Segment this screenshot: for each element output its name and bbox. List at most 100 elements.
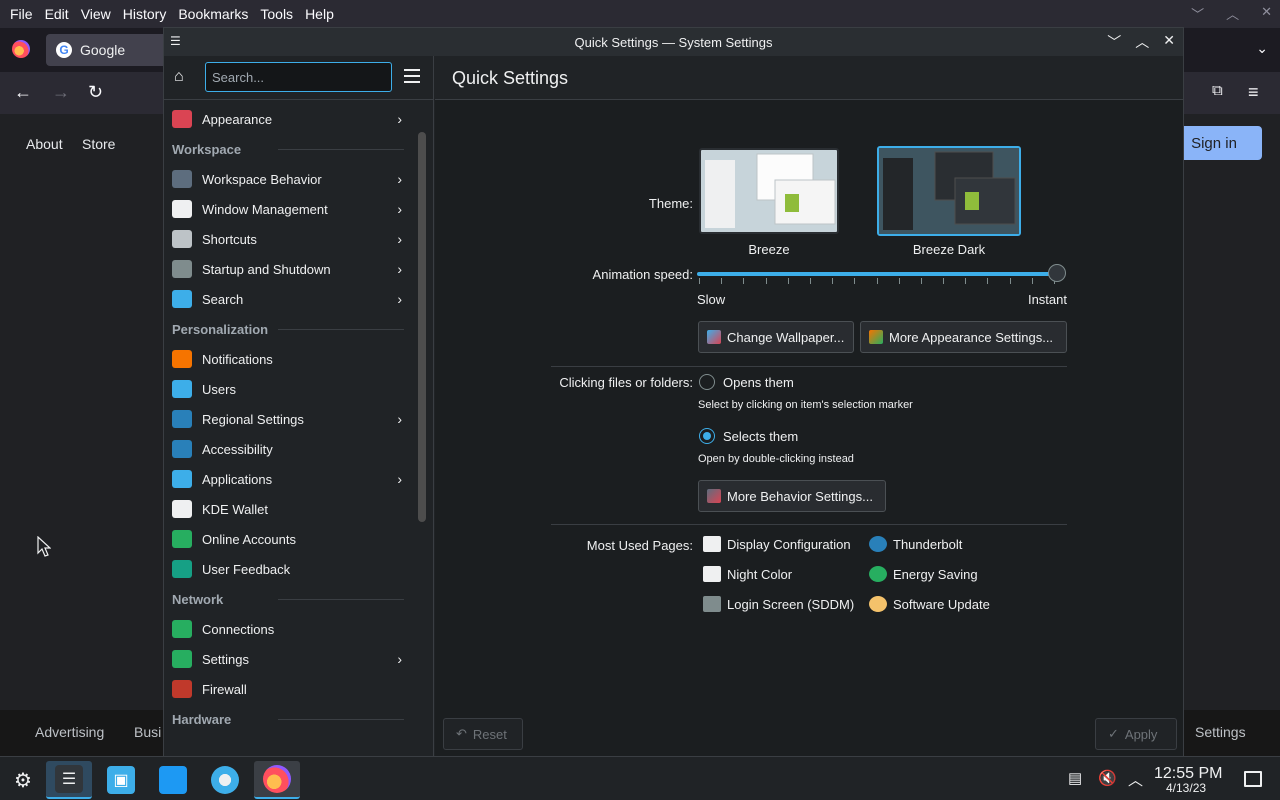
opens-them-radio[interactable] — [699, 374, 715, 390]
store-link[interactable]: Store — [82, 136, 115, 152]
minimize-icon[interactable]: ﹀ — [1107, 32, 1121, 52]
settings-link[interactable]: Settings — [1195, 724, 1246, 740]
sidebar-item-online-accounts[interactable]: Online Accounts — [164, 524, 412, 554]
most-used-night-color[interactable]: Night Color — [703, 566, 792, 582]
sidebar-item-label: Search — [202, 291, 244, 307]
home-icon[interactable]: ⌂ — [174, 68, 184, 86]
regional-icon — [172, 410, 192, 428]
sidebar-item-label: Regional Settings — [202, 411, 304, 427]
sidebar-item-connections[interactable]: Connections — [164, 614, 412, 644]
menu-view[interactable]: View — [75, 6, 117, 22]
selects-them-label[interactable]: Selects them — [723, 429, 798, 444]
chevron-right-icon: › — [397, 261, 402, 277]
sidebar-item-shortcuts[interactable]: Shortcuts › — [164, 224, 412, 254]
chevron-up-icon[interactable]: ︿ — [1128, 769, 1143, 790]
most-used-software-update[interactable]: Software Update — [869, 596, 990, 612]
app-menu-icon[interactable]: ≡ — [1248, 82, 1259, 103]
sidebar-item-label: Workspace Behavior — [202, 171, 322, 187]
wallet-icon — [172, 500, 192, 518]
launcher-icon: ⚙ — [14, 769, 32, 792]
sidebar-item-kde-wallet[interactable]: KDE Wallet — [164, 494, 412, 524]
apply-button[interactable]: ✓ Apply — [1095, 718, 1177, 750]
tab-title: Google — [80, 42, 126, 58]
menu-help[interactable]: Help — [299, 6, 340, 22]
users-icon — [172, 380, 192, 398]
opens-them-label[interactable]: Opens them — [723, 375, 794, 390]
settings-app-icon[interactable]: ☰ — [170, 34, 184, 48]
window-titlebar[interactable]: ☰ Quick Settings — System Settings ﹀ ︿ ✕ — [164, 28, 1183, 56]
close-icon[interactable]: ✕ — [1163, 32, 1175, 52]
sidebar-item-settings[interactable]: Settings › — [164, 644, 412, 674]
more-appearance-settings-button[interactable]: More Appearance Settings... — [860, 321, 1067, 353]
theme-breeze-thumbnail[interactable] — [699, 148, 839, 234]
check-icon: ✓ — [1108, 726, 1119, 741]
hamburger-menu-icon[interactable] — [404, 69, 420, 87]
sidebar-item-user-feedback[interactable]: User Feedback — [164, 554, 412, 584]
sidebar-item-regional-settings[interactable]: Regional Settings › — [164, 404, 412, 434]
volume-muted-icon[interactable]: 🔇 — [1098, 769, 1117, 787]
firefox-view-icon[interactable] — [12, 40, 30, 58]
about-link[interactable]: About — [26, 136, 63, 152]
most-used-display-configuration[interactable]: Display Configuration — [703, 536, 851, 552]
reload-icon[interactable]: ↻ — [88, 82, 103, 103]
sidebar-item-label: Firewall — [202, 681, 247, 697]
keyboard-icon — [172, 230, 192, 248]
sidebar-toolbar: ⌂ — [164, 56, 433, 100]
most-used-thunderbolt[interactable]: Thunderbolt — [869, 536, 962, 552]
animation-speed-slider[interactable] — [697, 272, 1057, 276]
more-behavior-settings-button[interactable]: More Behavior Settings... — [698, 480, 886, 512]
sidebar-item-accessibility[interactable]: Accessibility — [164, 434, 412, 464]
most-used-energy-saving[interactable]: Energy Saving — [869, 566, 978, 582]
taskbar-system-settings[interactable]: ☰ — [46, 761, 92, 799]
clock-date[interactable]: 4/13/23 — [1166, 781, 1206, 795]
maximize-icon[interactable]: ︿ — [1226, 4, 1239, 23]
app-launcher-button[interactable]: ⚙ — [0, 761, 46, 799]
menu-file[interactable]: File — [4, 6, 39, 22]
minimize-icon[interactable]: ﹀ — [1191, 4, 1204, 23]
applications-icon — [172, 470, 192, 488]
show-desktop-icon[interactable] — [1244, 771, 1262, 787]
taskbar-firefox[interactable] — [254, 761, 300, 799]
sidebar-item-label: Applications — [202, 471, 273, 487]
sidebar-item-firewall[interactable]: Firewall — [164, 674, 412, 704]
separator — [551, 366, 1067, 367]
reset-button[interactable]: ↶ Reset — [443, 718, 523, 750]
menu-history[interactable]: History — [117, 6, 173, 22]
sidebar-item-window-management[interactable]: Window Management › — [164, 194, 412, 224]
close-icon[interactable]: ✕ — [1261, 4, 1272, 23]
clipboard-icon[interactable]: ▤ — [1068, 769, 1082, 787]
chevron-right-icon: › — [397, 111, 402, 127]
sidebar-item-appearance[interactable]: Appearance › — [164, 104, 412, 134]
change-wallpaper-button[interactable]: Change Wallpaper... — [698, 321, 854, 353]
settings-app-icon: ☰ — [55, 765, 83, 793]
forward-icon[interactable]: → — [52, 82, 70, 103]
advertising-link[interactable]: Advertising — [35, 724, 104, 740]
slow-label: Slow — [697, 292, 726, 307]
back-icon[interactable]: ← — [14, 82, 32, 103]
menu-edit[interactable]: Edit — [39, 6, 75, 22]
sidebar-item-applications[interactable]: Applications › — [164, 464, 412, 494]
most-used-login-screen[interactable]: Login Screen (SDDM) — [703, 596, 854, 612]
taskbar-discover[interactable]: ▣ — [98, 761, 144, 799]
sidebar-scrollbar[interactable] — [418, 132, 426, 522]
taskbar-dolphin[interactable] — [150, 761, 196, 799]
search-input[interactable] — [205, 62, 392, 92]
extensions-icon[interactable]: ⧉ — [1212, 82, 1223, 99]
menu-tools[interactable]: Tools — [254, 6, 299, 22]
animation-speed-handle[interactable] — [1048, 264, 1066, 282]
sidebar-item-startup-and-shutdown[interactable]: Startup and Shutdown › — [164, 254, 412, 284]
mouse-cursor-icon — [37, 536, 51, 557]
maximize-icon[interactable]: ︿ — [1135, 32, 1149, 52]
chevron-right-icon: › — [397, 471, 402, 487]
theme-breeze-dark-thumbnail[interactable] — [877, 146, 1021, 236]
sidebar-item-notifications[interactable]: Notifications — [164, 344, 412, 374]
sidebar-item-search[interactable]: Search › — [164, 284, 412, 314]
sidebar-item-workspace-behavior[interactable]: Workspace Behavior › — [164, 164, 412, 194]
business-link[interactable]: Busi — [134, 724, 161, 740]
menu-bookmarks[interactable]: Bookmarks — [172, 6, 254, 22]
workspace-behavior-icon — [172, 170, 192, 188]
taskbar-system-settings-alt[interactable] — [202, 761, 248, 799]
list-tabs-icon[interactable]: ⌄ — [1256, 40, 1268, 57]
selects-them-radio[interactable] — [699, 428, 715, 444]
sidebar-item-users[interactable]: Users — [164, 374, 412, 404]
